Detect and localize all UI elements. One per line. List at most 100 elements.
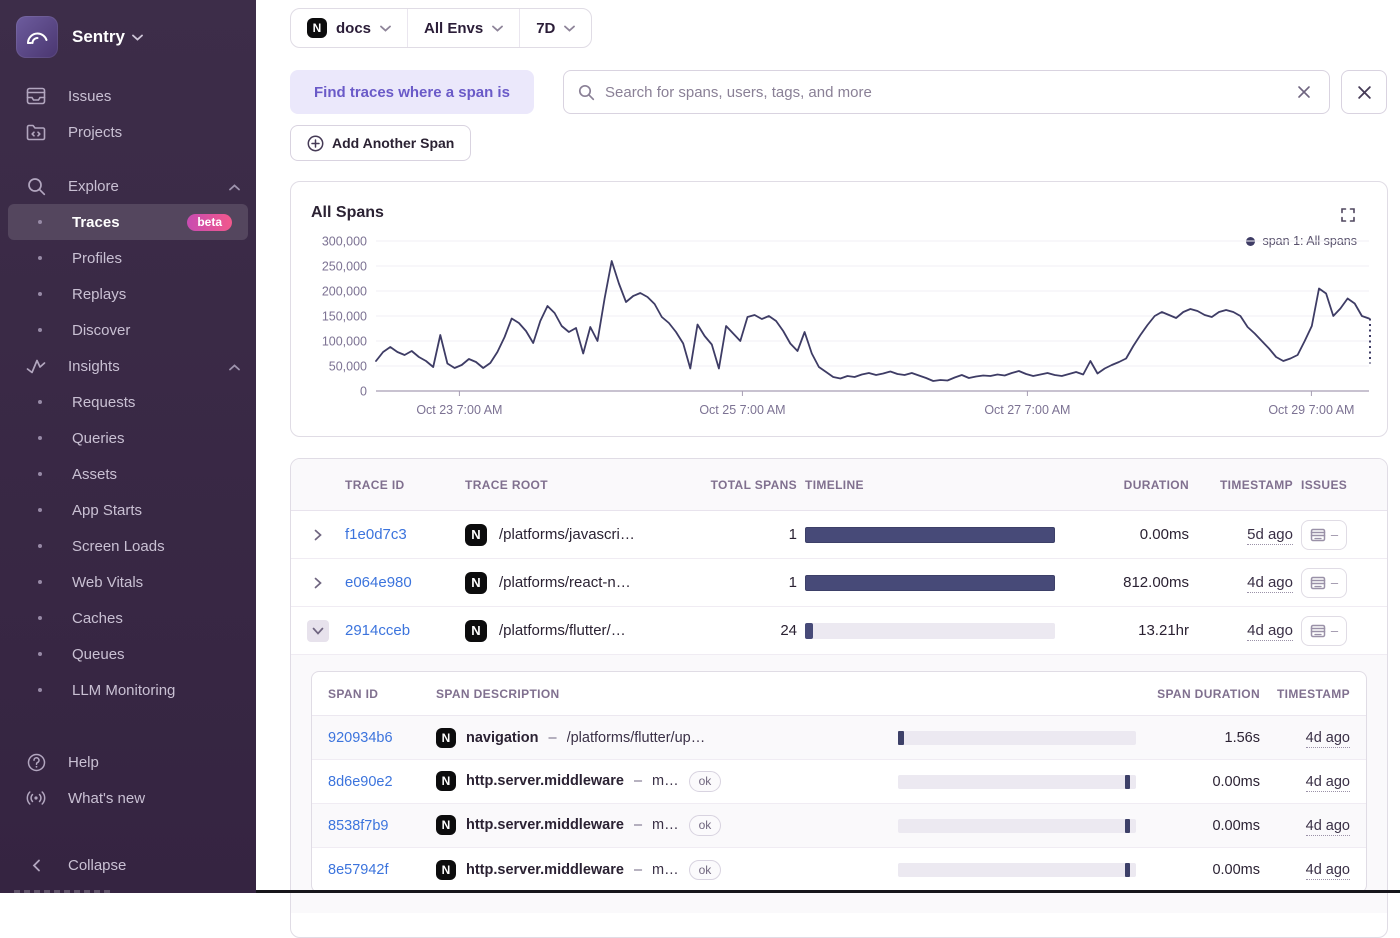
column-header-total-spans: TOTAL SPANS [710,477,797,492]
timestamp-link[interactable]: 4d ago [1247,622,1293,641]
trace-row: 2914cceb N/platforms/flutter/… 24 13.21hr 4d… [291,607,1387,655]
span-duration: 1.56s [1224,729,1260,746]
sidebar-item-label: Explore [68,177,119,195]
sidebar-item-projects[interactable]: Projects [0,114,256,150]
sidebar-item-label: Profiles [72,249,123,267]
sidebar-item-assets[interactable]: Assets [0,456,256,492]
span-description: /platforms/flutter/up… [566,729,706,746]
sidebar-item-help[interactable]: Help [0,744,256,780]
inbox-icon [26,87,46,105]
span-timeline-bar [1125,863,1130,877]
sidebar-item-requests[interactable]: Requests [0,384,256,420]
bullet-icon [38,220,42,224]
sidebar-item-discover[interactable]: Discover [0,312,256,348]
trace-id-link[interactable]: e064e980 [345,574,457,591]
nextjs-project-icon: N [436,771,456,792]
sidebar-item-explore[interactable]: Explore [0,168,256,204]
timestamp-link[interactable]: 4d ago [1305,817,1350,836]
date-range-selector[interactable]: 7D [519,9,591,47]
sidebar-item-screen-loads[interactable]: Screen Loads [0,528,256,564]
traces-table-panel: TRACE ID TRACE ROOT TOTAL SPANS TIMELINE DUR… [290,458,1388,938]
span-description: m… [652,773,679,790]
total-spans: 1 [788,526,797,543]
span-duration: 0.00ms [1212,862,1260,878]
add-another-span-button[interactable]: Add Another Span [290,125,472,161]
sidebar-item-label: Discover [72,321,131,339]
nextjs-project-icon: N [436,859,456,880]
sidebar-item-traces[interactable]: Traces beta [8,204,248,240]
sidebar-item-app-starts[interactable]: App Starts [0,492,256,528]
expanded-trace-section: SPAN ID SPAN DESCRIPTION SPAN DURATION TIME… [291,655,1387,913]
expand-trace-button[interactable] [307,524,329,546]
sidebar-item-web-vitals[interactable]: Web Vitals [0,564,256,600]
nextjs-project-icon: N [436,815,456,836]
remove-span-filter-button[interactable] [1341,70,1387,114]
bullet-icon [38,436,42,440]
span-filter-label-button[interactable]: Find traces where a span is [290,70,534,114]
column-header-span-id: SPAN ID [328,686,379,701]
insights-icon [26,359,46,374]
issues-button[interactable]: – [1301,567,1347,598]
span-duration: 0.00ms [1212,773,1260,790]
sidebar-item-what-s-new[interactable]: What's new [0,780,256,816]
sidebar-item-llm-monitoring[interactable]: LLM Monitoring [0,672,256,708]
sidebar-item-queues[interactable]: Queues [0,636,256,672]
separator: – [633,861,643,878]
timestamp-link[interactable]: 4d ago [1305,729,1350,748]
separator: – [633,773,643,790]
span-duration: 0.00ms [1212,817,1260,834]
issues-icon [1310,528,1326,541]
timestamp-link[interactable]: 4d ago [1305,773,1350,792]
span-table-card: SPAN ID SPAN DESCRIPTION SPAN DURATION TIME… [311,671,1367,893]
project-selector-label: docs [336,19,372,37]
sidebar-item-profiles[interactable]: Profiles [0,240,256,276]
span-id-link[interactable]: 8e57942f [328,862,428,878]
status-badge-ok: ok [688,771,722,792]
span-search-input[interactable] [605,83,1283,101]
span-id-link[interactable]: 920934b6 [328,730,428,746]
timestamp-link[interactable]: 4d ago [1305,862,1350,880]
trace-id-link[interactable]: f1e0d7c3 [345,526,457,543]
add-another-span-label: Add Another Span [332,135,455,151]
org-name: Sentry [72,27,125,46]
span-timeline-bar [898,730,905,745]
timestamp-link[interactable]: 4d ago [1247,574,1293,593]
sidebar-item-label: Requests [72,393,136,411]
sidebar-item-insights[interactable]: Insights [0,348,256,384]
column-header-span-duration: SPAN DURATION [1157,686,1260,701]
sidebar-nav: Issues Projects Explore Traces beta Profiles R… [0,68,256,816]
environment-selector[interactable]: All Envs [407,9,519,47]
sidebar-item-label: App Starts [72,501,143,519]
trace-id-link[interactable]: 2914cceb [345,622,457,639]
column-header-timeline: TIMELINE [805,477,864,492]
trace-duration: 13.21hr [1138,622,1189,639]
issues-button[interactable]: – [1301,519,1347,550]
sidebar-collapse-button[interactable]: Collapse [0,847,256,883]
bullet-icon [38,292,42,296]
sidebar-item-queries[interactable]: Queries [0,420,256,456]
span-id-link[interactable]: 8d6e90e2 [328,774,428,790]
sidebar-item-label: What's new [68,789,146,807]
bullet-icon [38,472,42,476]
timestamp-link[interactable]: 5d ago [1247,526,1293,545]
expand-trace-button[interactable] [307,572,329,594]
y-axis-tick-label: 0 [360,385,367,399]
span-id-link[interactable]: 8538f7b9 [328,818,428,834]
trace-duration: 812.00ms [1123,574,1189,591]
timeline-track [805,622,1055,639]
sidebar-item-caches[interactable]: Caches [0,600,256,636]
close-icon [1357,85,1371,99]
sidebar-item-issues[interactable]: Issues [0,78,256,114]
date-range-label: 7D [536,19,556,37]
project-selector[interactable]: N docs [291,9,407,47]
column-header-timestamp: TIMESTAMP [1276,686,1350,701]
clear-search-button[interactable] [1293,81,1315,103]
issues-count: – [1330,623,1339,638]
sidebar-item-replays[interactable]: Replays [0,276,256,312]
traces-table-header: TRACE ID TRACE ROOT TOTAL SPANS TIMELINE DUR… [291,459,1387,511]
org-switcher[interactable]: Sentry [0,0,256,68]
sidebar-item-label: Replays [72,285,127,303]
expand-trace-button[interactable] [307,619,329,642]
issues-button[interactable]: – [1301,615,1347,646]
chevron-down-icon [492,25,504,32]
